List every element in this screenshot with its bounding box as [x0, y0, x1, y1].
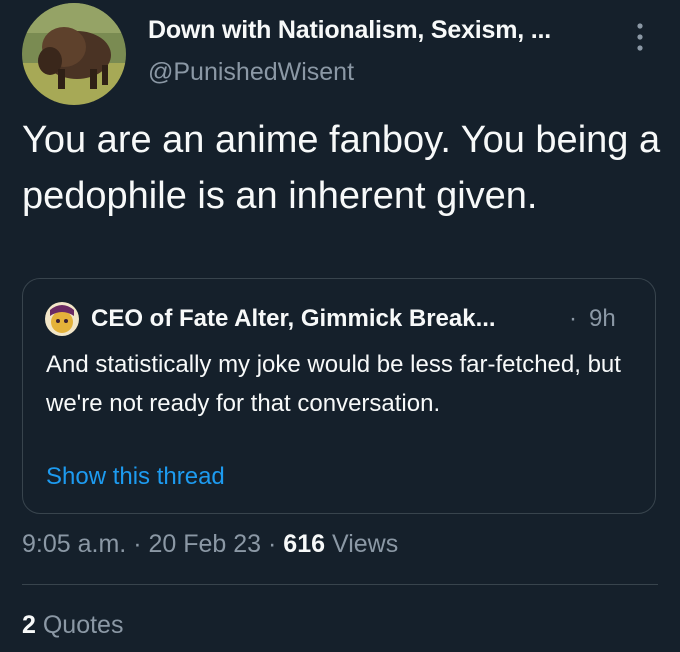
more-vertical-icon — [637, 23, 643, 51]
tweet-meta: 9:05 a.m. · 20 Feb 23 · 616 Views — [22, 530, 398, 559]
meta-separator: · — [133, 530, 142, 558]
quoted-separator: · — [569, 305, 577, 332]
quoted-tweet-text: And statistically my joke would be less … — [46, 351, 621, 417]
quoted-author-avatar[interactable] — [45, 302, 79, 336]
quotes-label: Quotes — [42, 611, 124, 639]
quoted-timestamp[interactable]: 9h — [589, 305, 616, 333]
views-count: 616 — [283, 530, 326, 558]
tweet-date[interactable]: 20 Feb 23 — [148, 530, 261, 558]
author-display-name[interactable]: Down with Nationalism, Sexism, ... — [148, 16, 551, 45]
quoted-avatar-icon — [45, 302, 79, 336]
quoted-display-name[interactable]: CEO of Fate Alter, Gimmick Break... — [91, 305, 496, 333]
author-handle[interactable]: @PunishedWisent — [148, 58, 354, 87]
views-label: Views — [331, 530, 399, 558]
quotes-stat[interactable]: 2 Quotes — [22, 611, 123, 640]
tweet-text: You are an anime fanboy. You being a ped… — [22, 119, 661, 217]
divider — [22, 584, 658, 585]
more-options-button[interactable] — [628, 18, 652, 56]
quoted-tweet-card[interactable]: CEO of Fate Alter, Gimmick Break... · 9h… — [22, 278, 656, 514]
quotes-count: 2 — [22, 611, 36, 639]
tweet-time[interactable]: 9:05 a.m. — [22, 530, 126, 558]
show-thread-link[interactable]: Show this thread — [46, 463, 225, 491]
bison-avatar-icon — [22, 3, 126, 105]
meta-separator: · — [268, 530, 277, 558]
author-avatar[interactable] — [22, 3, 126, 105]
